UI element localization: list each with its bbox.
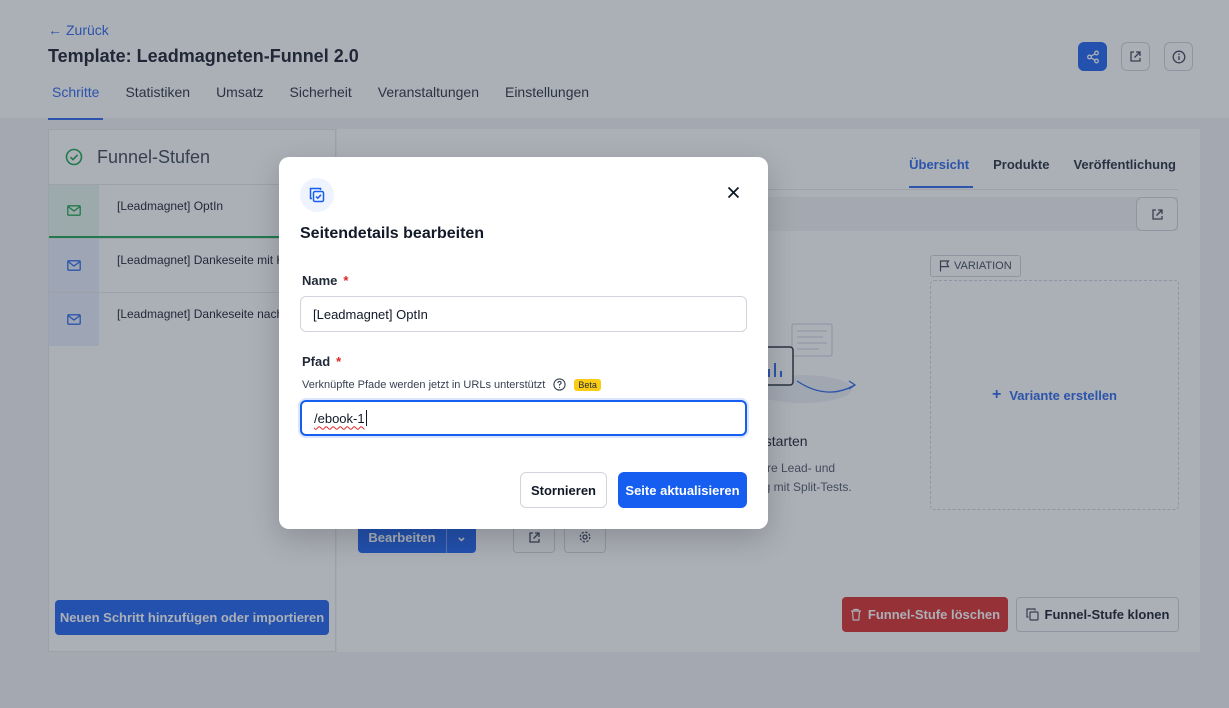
dialog-title: Seitendetails bearbeiten [300,225,485,242]
path-input-value: /ebook-1 [314,410,365,426]
beta-badge: Beta [574,378,601,391]
update-page-button[interactable]: Seite aktualisieren [618,472,747,508]
path-hint: Verknüpfte Pfade werden jetzt in URLs un… [302,378,601,391]
path-label: Pfad * [302,354,341,369]
help-circle-icon[interactable] [553,378,567,391]
name-input-value: [Leadmagnet] OptIn [313,306,428,322]
name-input[interactable]: [Leadmagnet] OptIn [300,296,747,332]
name-label-text: Name [302,273,338,288]
required-marker: * [336,354,342,369]
close-icon [727,186,739,198]
dialog-icon [300,178,334,212]
close-dialog-button[interactable] [724,183,742,201]
required-marker: * [343,273,349,288]
copy-check-icon [309,187,325,203]
cancel-button[interactable]: Stornieren [520,472,607,508]
path-label-text: Pfad [302,354,331,369]
text-caret [365,410,367,426]
name-label: Name * [302,273,348,288]
path-input[interactable]: /ebook-1 [300,400,747,436]
edit-page-details-dialog: Seitendetails bearbeiten Name * [Leadmagn… [279,157,768,529]
path-hint-text: Verknüpfte Pfade werden jetzt in URLs un… [302,378,546,391]
